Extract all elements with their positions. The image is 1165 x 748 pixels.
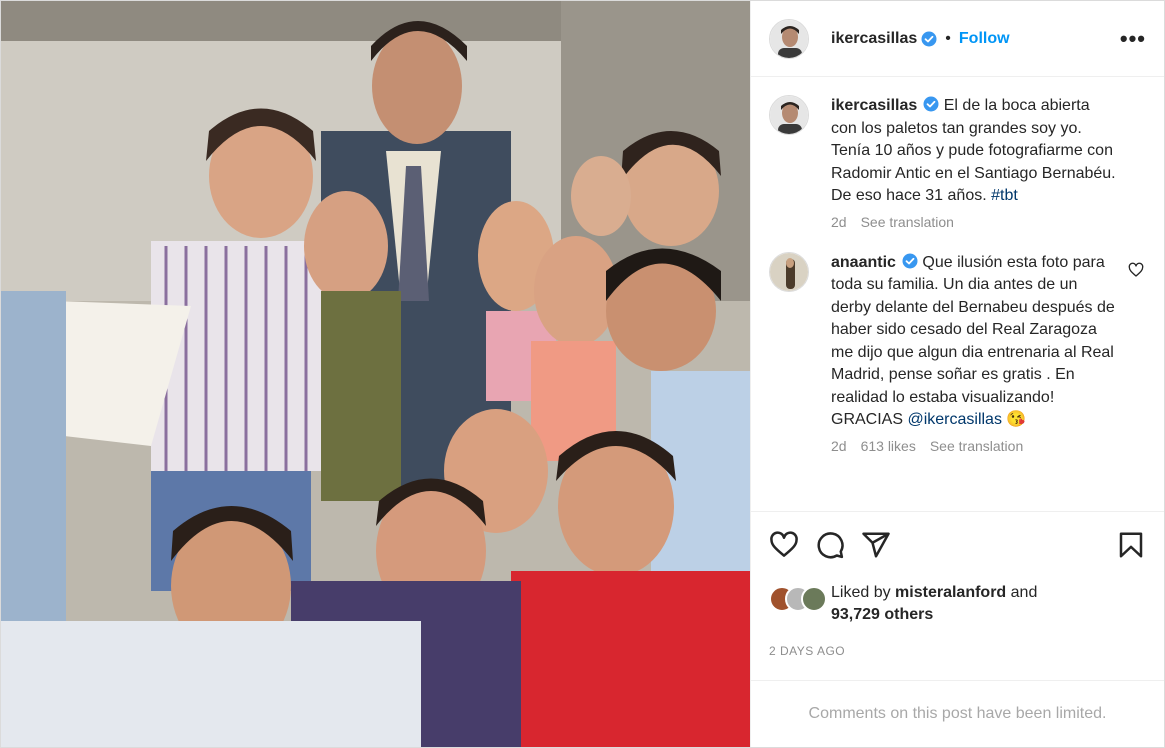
kiss-emoji: 😘 xyxy=(1006,411,1027,428)
see-translation-button[interactable]: See translation xyxy=(930,438,1023,454)
liker-avatars[interactable] xyxy=(769,584,831,612)
liked-by-others[interactable]: 93,729 others xyxy=(831,606,933,623)
follow-button[interactable]: Follow xyxy=(959,30,1010,48)
liked-by-prefix: Liked by xyxy=(831,584,891,601)
commenter-avatar[interactable] xyxy=(769,251,809,292)
header-separator: • xyxy=(945,29,951,47)
caption-comment: ikercasillas El de la boca abierta con l… xyxy=(769,95,1146,230)
hashtag-link[interactable]: #tbt xyxy=(991,187,1018,204)
post-date[interactable]: 2 DAYS AGO xyxy=(769,644,1146,658)
post-photo-illustration xyxy=(1,1,750,747)
paper-plane-icon[interactable] xyxy=(861,530,891,560)
likes-text: Liked by misteralanford and 93,729 other… xyxy=(831,582,1037,626)
comment-likes[interactable]: 613 likes xyxy=(861,438,916,454)
mention-link[interactable]: @ikercasillas xyxy=(907,411,1001,428)
caption-avatar[interactable] xyxy=(769,95,809,135)
comment-text: Que ilusión esta foto para toda su famil… xyxy=(831,253,1115,429)
action-icons xyxy=(769,530,1146,560)
post-header: ikercasillas • Follow ••• xyxy=(751,1,1164,77)
post-sidebar: ikercasillas • Follow ••• ikercasillas E… xyxy=(750,1,1164,747)
comment-meta: 2d 613 likes See translation xyxy=(831,438,1146,454)
caption-meta: 2d See translation xyxy=(831,214,1146,230)
heart-icon[interactable] xyxy=(769,530,799,560)
caption-text-block: ikercasillas El de la boca abierta con l… xyxy=(831,95,1146,208)
author-avatar[interactable] xyxy=(769,18,809,59)
post-actions: Liked by misteralanford and 93,729 other… xyxy=(751,511,1164,658)
verified-badge-icon xyxy=(923,96,939,112)
likes-summary: Liked by misteralanford and 93,729 other… xyxy=(769,584,1146,626)
liked-by-and: and xyxy=(1010,584,1038,601)
post-photo[interactable] xyxy=(1,1,750,747)
instagram-post: ikercasillas • Follow ••• ikercasillas E… xyxy=(0,0,1165,748)
comment-item: anaantic Que ilusión esta foto para toda… xyxy=(769,251,1146,454)
caption-avatar-image xyxy=(770,96,808,134)
comment-time[interactable]: 2d xyxy=(831,438,847,454)
comment-icon[interactable] xyxy=(815,530,845,560)
comments-limited-notice: Comments on this post have been limited. xyxy=(751,680,1164,747)
commenter-avatar-image xyxy=(770,252,808,291)
comments-list: ikercasillas El de la boca abierta con l… xyxy=(751,77,1164,511)
bookmark-icon[interactable] xyxy=(1116,530,1146,560)
liker-avatar xyxy=(801,586,827,612)
more-options-icon[interactable]: ••• xyxy=(1120,26,1146,52)
commenter-username[interactable]: anaantic xyxy=(831,254,896,271)
liked-by-user[interactable]: misteralanford xyxy=(895,584,1006,601)
caption-time[interactable]: 2d xyxy=(831,214,847,230)
author-username[interactable]: ikercasillas xyxy=(831,30,917,48)
comment-text-block: anaantic Que ilusión esta foto para toda… xyxy=(831,252,1146,432)
caption-body: ikercasillas El de la boca abierta con l… xyxy=(831,95,1146,230)
see-translation-button[interactable]: See translation xyxy=(861,214,954,230)
author-avatar-image xyxy=(770,19,808,58)
comment-body: anaantic Que ilusión esta foto para toda… xyxy=(831,252,1146,454)
comment-like-heart-icon[interactable] xyxy=(1128,262,1144,278)
caption-username[interactable]: ikercasillas xyxy=(831,97,917,114)
verified-badge-icon xyxy=(902,253,918,268)
verified-badge-icon xyxy=(921,31,937,46)
